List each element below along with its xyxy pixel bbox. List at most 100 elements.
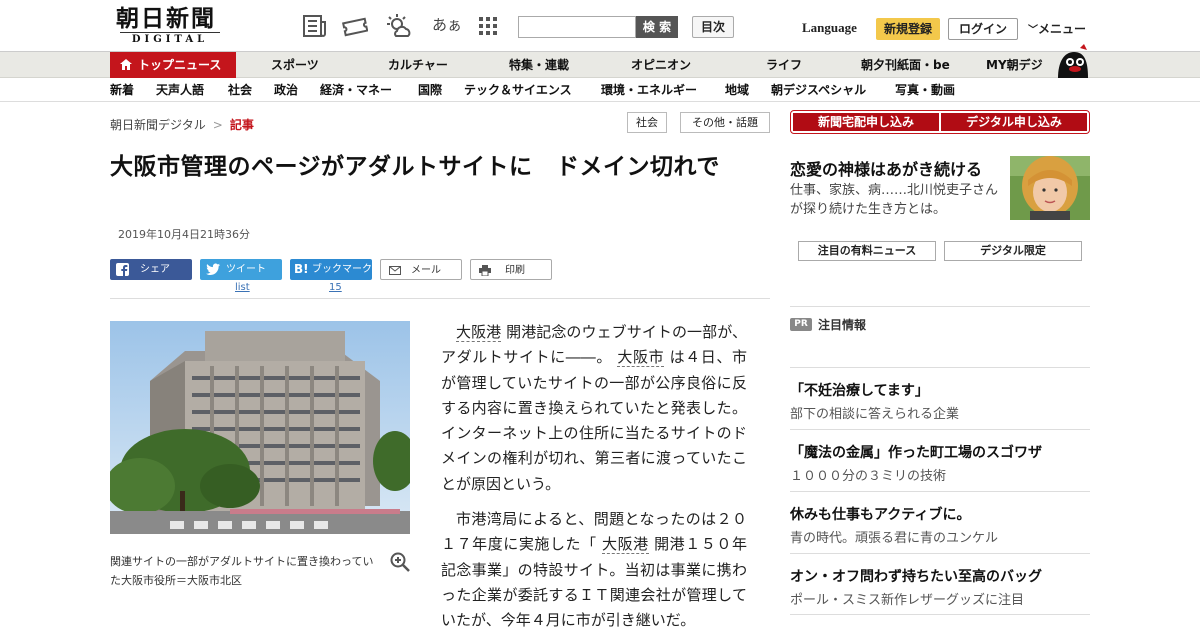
print-button[interactable]: 印刷: [470, 259, 552, 280]
keyword-link[interactable]: 大阪港: [456, 323, 502, 342]
tag-society[interactable]: 社会: [627, 112, 667, 133]
hatena-count-link[interactable]: 15: [329, 282, 342, 293]
article-paragraph: 大阪港 開港記念のウェブサイトの一部が、アダルトサイトに――。 大阪市 は４日、…: [441, 320, 747, 497]
breadcrumb: 朝日新聞デジタル > 記事: [110, 116, 254, 133]
share-hatena-label: ブックマーク: [312, 264, 372, 275]
printer-icon: [479, 265, 491, 276]
breadcrumb-home[interactable]: 朝日新聞デジタル: [110, 118, 206, 132]
nav-top-news[interactable]: トップニュース: [110, 52, 236, 78]
menu-button[interactable]: ﹀メニュー: [1028, 20, 1086, 37]
grid-icon[interactable]: [478, 16, 498, 36]
pr-item-title[interactable]: 休みも仕事もアクティブに。: [790, 504, 970, 524]
nav2-economy[interactable]: 経済・マネー: [320, 79, 392, 102]
divider: [790, 306, 1090, 307]
chevron-down-icon: ﹀: [1028, 25, 1038, 36]
divider: [790, 614, 1090, 615]
paragraph-text: は４日、市が管理していたサイトの一部が公序良俗に反する内容に置き換えられていたと…: [441, 348, 747, 493]
search-input[interactable]: [518, 16, 636, 38]
logo-main-text: 朝日新聞: [116, 5, 216, 32]
share-mail-label: メール: [411, 265, 441, 276]
twitter-count-link[interactable]: list: [235, 282, 250, 293]
nav-life[interactable]: ライフ: [766, 52, 802, 78]
city-hall-image: [110, 321, 410, 534]
pr-item-title[interactable]: 「不妊治療してます」: [790, 380, 929, 400]
newspaper-icon[interactable]: [302, 14, 328, 38]
nav2-new[interactable]: 新着: [110, 79, 134, 102]
weather-icon[interactable]: [386, 14, 412, 38]
nav-opinion[interactable]: オピニオン: [631, 52, 691, 78]
share-twitter-label: ツイート: [226, 264, 266, 275]
article-body: 大阪港 開港記念のウェブサイトの一部が、アダルトサイトに――。 大阪市 は４日、…: [441, 320, 747, 630]
mascot-icon[interactable]: [1054, 44, 1092, 78]
nav2-environment[interactable]: 環境・エネルギー: [601, 79, 697, 102]
nav2-politics[interactable]: 政治: [274, 79, 298, 102]
photo-caption: 関連サイトの一部がアダルトサイトに置き換わっていた大阪市役所＝大阪市北区: [110, 555, 374, 587]
secondary-nav: 新着 天声人語 社会 政治 経済・マネー 国際 テック＆サイエンス 環境・エネル…: [0, 79, 1200, 102]
nav-sports[interactable]: スポーツ: [271, 52, 319, 78]
nav2-region[interactable]: 地域: [725, 79, 749, 102]
zoom-icon[interactable]: [390, 552, 410, 572]
pr-item-desc: 部下の相談に答えられる企業: [790, 407, 960, 422]
language-link[interactable]: Language: [802, 20, 857, 36]
facebook-icon: [116, 263, 129, 276]
pr-badge: PR: [790, 318, 812, 331]
nav-papers[interactable]: 朝夕刊紙面・be: [861, 52, 950, 78]
nav2-tech[interactable]: テック＆サイエンス: [464, 79, 572, 102]
subscribe-digital-button[interactable]: デジタル申し込み: [941, 113, 1087, 131]
nav-my-asadigi[interactable]: MY朝デジ: [986, 52, 1043, 78]
hatena-icon: B!: [294, 262, 309, 276]
ticket-icon[interactable]: [342, 14, 368, 38]
menu-label: メニュー: [1038, 22, 1087, 36]
logo-sub-text: DIGITAL: [120, 32, 220, 45]
divider: [110, 298, 770, 299]
site-logo[interactable]: 朝日新聞 DIGITAL: [116, 6, 228, 48]
paid-news-tab[interactable]: 注目の有料ニュース: [798, 241, 936, 261]
breadcrumb-separator: >: [212, 118, 223, 132]
pr-item-desc: 青の時代。頑張る君に青のユンケル: [790, 531, 999, 546]
article-paragraph: 市港湾局によると、問題となったのは２０１７年度に実施した「 大阪港 開港１５０年…: [441, 507, 747, 630]
article-photo[interactable]: [110, 321, 410, 534]
pr-item-desc: １０００分の３ミリの技術: [790, 469, 947, 484]
keyword-link[interactable]: 大阪港: [602, 535, 649, 555]
home-icon: [120, 59, 132, 70]
subscribe-box: 新聞宅配申し込み デジタル申し込み: [790, 110, 1090, 134]
nav-culture[interactable]: カルチャー: [388, 52, 448, 78]
nav2-society[interactable]: 社会: [228, 79, 252, 102]
share-facebook-label: シェア: [140, 264, 170, 275]
divider: [790, 491, 1090, 492]
contents-button[interactable]: 目次: [692, 16, 734, 38]
breadcrumb-current: 記事: [229, 118, 254, 132]
divider: [790, 367, 1090, 368]
promo-title[interactable]: 恋愛の神様はあがき続ける: [790, 156, 982, 180]
tag-other[interactable]: その他・話題: [680, 112, 770, 133]
nav2-special[interactable]: 朝デジスペシャル: [771, 79, 866, 102]
divider: [790, 429, 1090, 430]
article-headline: 大阪市管理のページがアダルトサイトに ドメイン切れで: [110, 154, 720, 180]
digital-only-tab[interactable]: デジタル限定: [944, 241, 1082, 261]
print-label: 印刷: [505, 265, 525, 276]
pr-section-title: 注目情報: [818, 318, 867, 332]
share-mail-button[interactable]: メール: [380, 259, 462, 280]
share-hatena-button[interactable]: B! ブックマーク: [290, 259, 372, 280]
nav-features[interactable]: 特集・連載: [509, 52, 569, 78]
divider: [790, 553, 1090, 554]
keyword-link[interactable]: 大阪市: [617, 348, 665, 368]
nav2-tensei[interactable]: 天声人語: [156, 79, 204, 102]
register-button[interactable]: 新規登録: [876, 18, 940, 40]
promo-image[interactable]: [1010, 156, 1090, 220]
pr-item-title[interactable]: 「魔法の金属」作った町工場のスゴワザ: [790, 442, 1042, 462]
nav2-international[interactable]: 国際: [418, 79, 442, 102]
nav-top-news-label: トップニュース: [138, 58, 222, 72]
subscribe-paper-button[interactable]: 新聞宅配申し込み: [793, 113, 939, 131]
article-date: 2019年10月4日21時36分: [118, 228, 250, 241]
login-button[interactable]: ログイン: [948, 18, 1018, 40]
nav2-photo[interactable]: 写真・動画: [895, 79, 955, 102]
portrait-image: [1010, 156, 1090, 220]
site-header: 朝日新聞 DIGITAL あぁ 検 索 目次 Language 新規登録 ログイ…: [0, 0, 1200, 52]
search-button[interactable]: 検 索: [636, 16, 678, 38]
share-facebook-button[interactable]: シェア: [110, 259, 192, 280]
font-size-icon[interactable]: あぁ: [432, 14, 462, 35]
pr-item-title[interactable]: オン・オフ問わず持ちたい至高のバッグ: [790, 566, 1042, 586]
share-twitter-button[interactable]: ツイート: [200, 259, 282, 280]
twitter-icon: [206, 263, 220, 275]
